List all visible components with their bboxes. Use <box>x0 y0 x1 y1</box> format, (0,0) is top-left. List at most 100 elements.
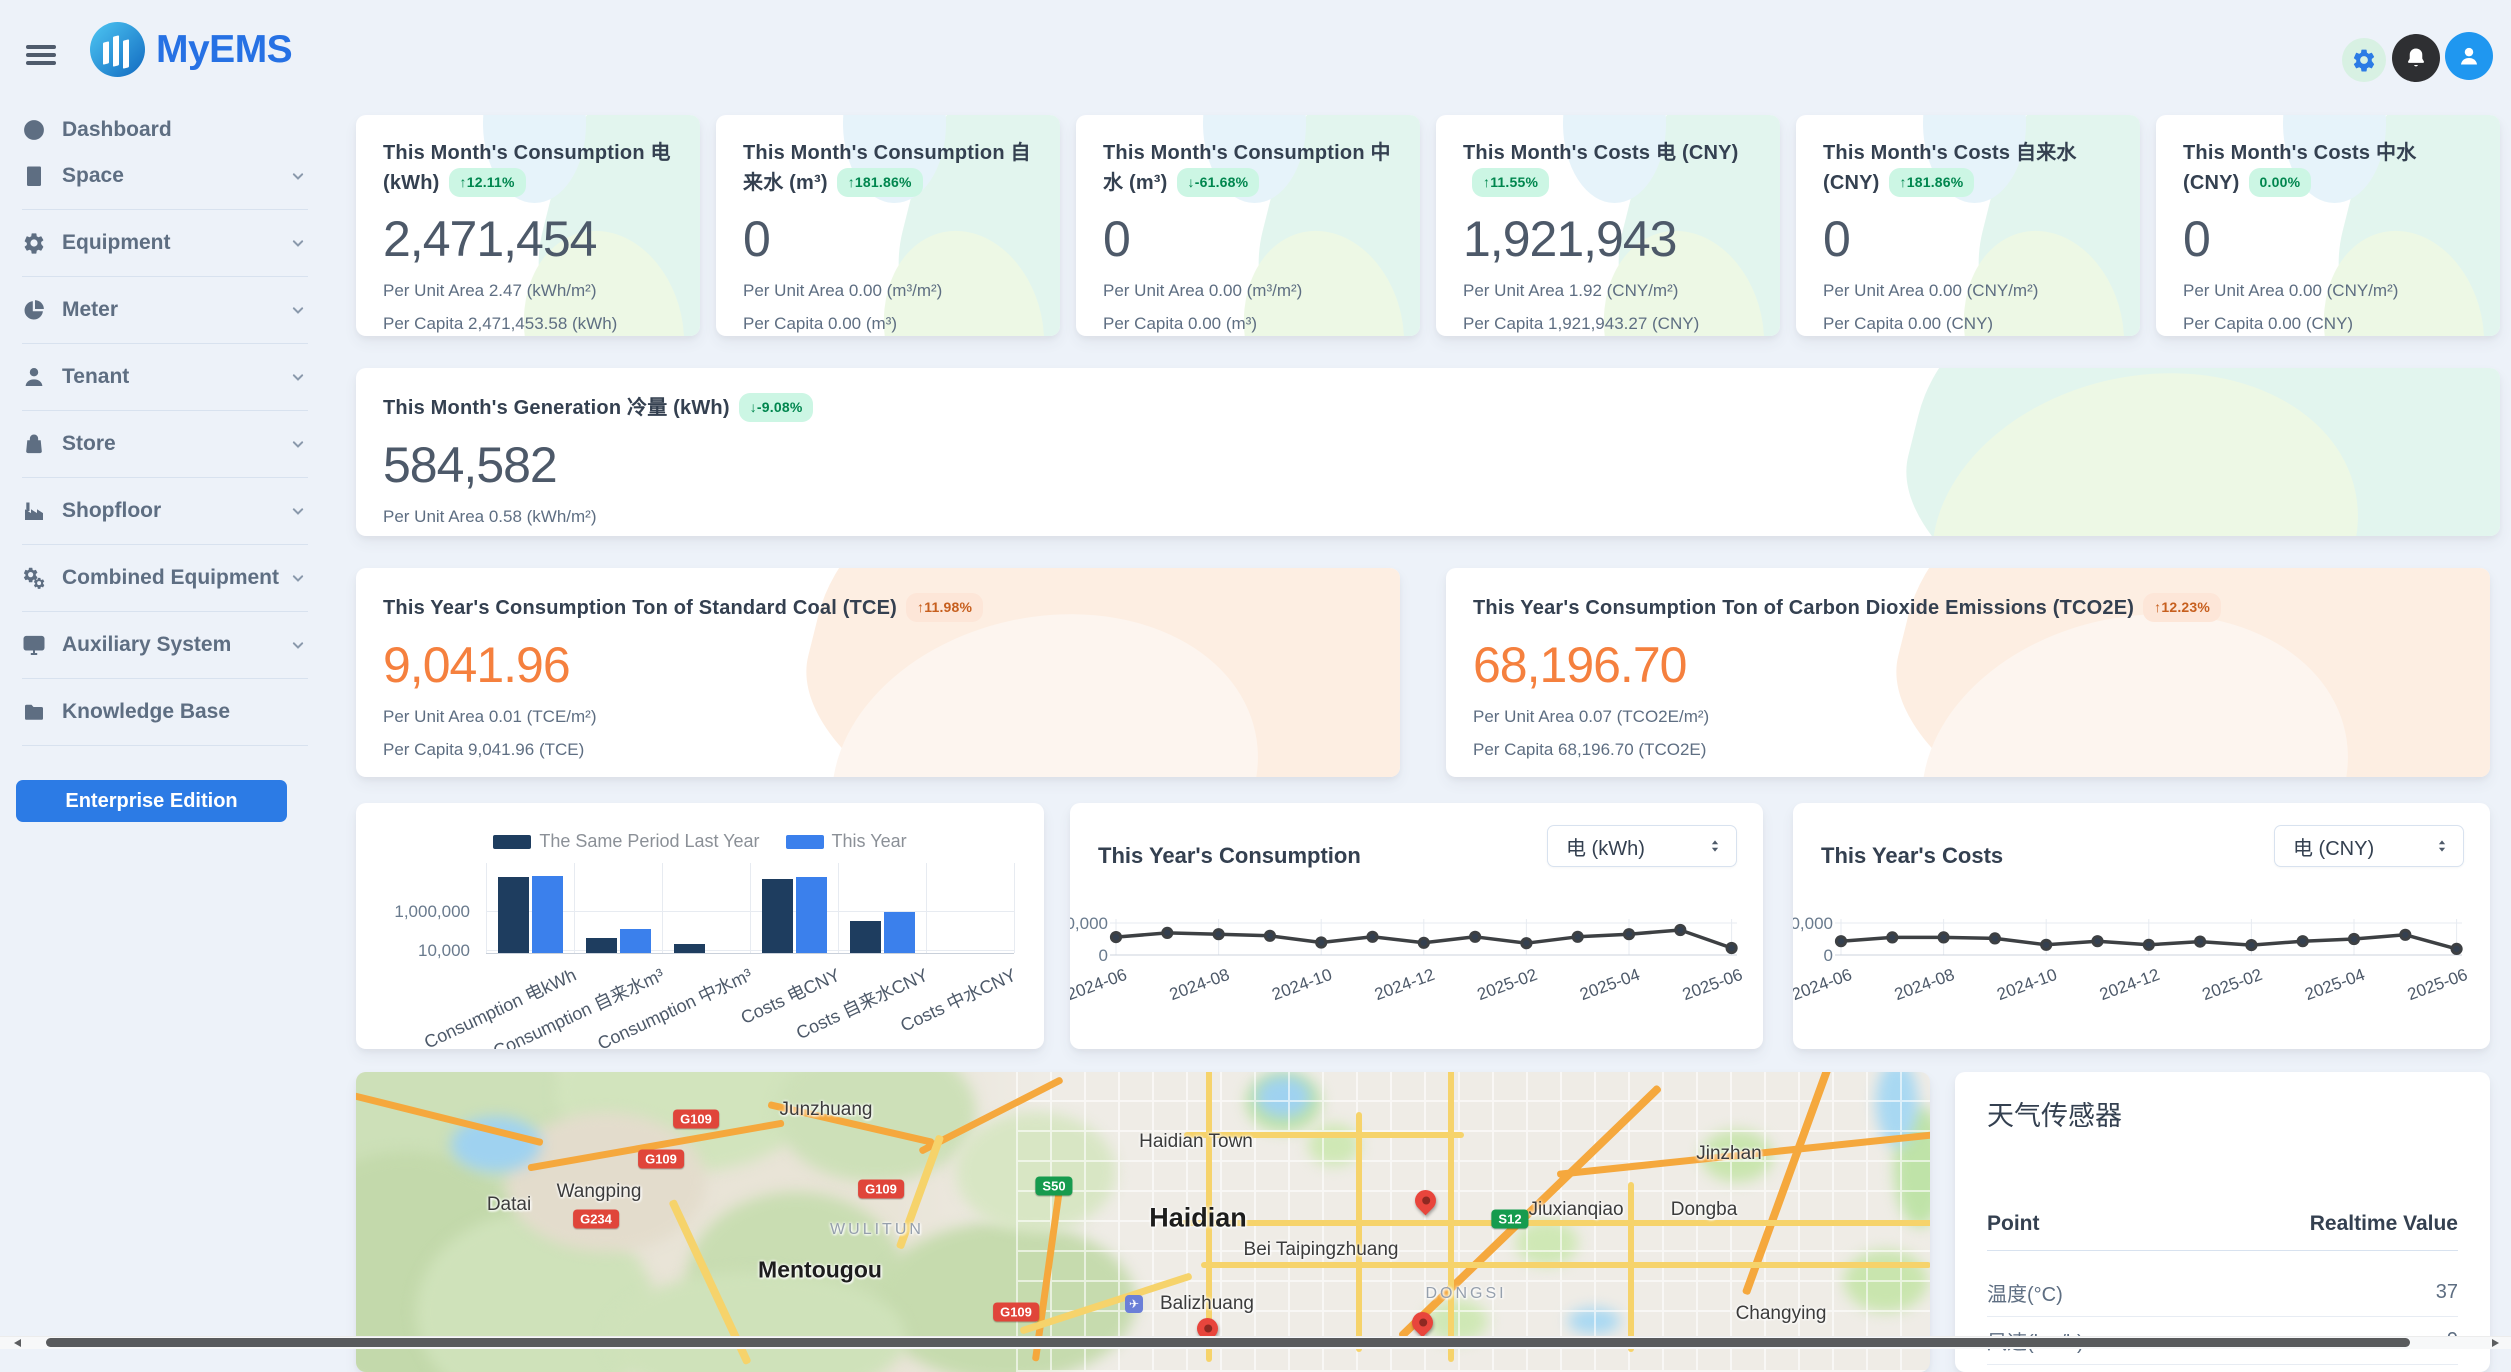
sidebar-divider <box>22 477 308 478</box>
bar-y-tick: 10,000 <box>370 941 470 961</box>
svg-text:2024-10: 2024-10 <box>1994 965 2059 1004</box>
charts-row: The Same Period Last Year This Year 1,00… <box>356 803 2500 1049</box>
map-label-haidian: Haidian <box>1149 1203 1247 1234</box>
stat-card: This Month's Consumption 自来水 (m³)↑181.86… <box>716 115 1060 336</box>
stat-card-title: This Month's Costs 电 (CNY)↑11.55% <box>1463 140 1753 197</box>
energy-type-select[interactable]: 电 (CNY) <box>2274 825 2464 867</box>
sidebar-item-knowledge-base[interactable]: Knowledge Base <box>0 689 322 735</box>
sidebar-item-combined-equipment[interactable]: Combined Equipment <box>0 555 322 601</box>
bar-last-year[interactable] <box>498 877 529 953</box>
sidebar-item-label: Equipment <box>62 231 171 255</box>
energy-type-select[interactable]: 电 (kWh) <box>1547 825 1737 867</box>
trend-badge: ↓-61.68% <box>1177 168 1260 197</box>
map-label-haidian-town: Haidian Town <box>1139 1131 1253 1153</box>
svg-text:2024-10: 2024-10 <box>1269 965 1334 1004</box>
map[interactable]: JunzhuangWangpingDataiMentougouWULITUNHa… <box>356 1072 1930 1372</box>
road-badge: G109 <box>858 1180 904 1199</box>
per-capita: Per Capita 0.00 (m³) <box>743 314 1033 334</box>
per-capita: Per Capita 68,196.70 (TCO2E) <box>1473 740 2463 760</box>
bar-this-year[interactable] <box>796 877 827 953</box>
sidebar-item-auxiliary-system[interactable]: Auxiliary System <box>0 622 322 668</box>
bar-this-year[interactable] <box>532 876 563 953</box>
sidebar-item-tenant[interactable]: Tenant <box>0 354 322 400</box>
trend-badge: 0.00% <box>2249 168 2312 197</box>
sidebar-item-label: Meter <box>62 298 118 322</box>
per-unit-area: Per Unit Area 0.00 (CNY/m²) <box>2183 281 2473 301</box>
brand-logo[interactable]: MyEMS <box>90 22 292 77</box>
svg-text:2025-06: 2025-06 <box>1680 965 1745 1004</box>
stat-card: This Month's Costs 电 (CNY)↑11.55%1,921,9… <box>1436 115 1780 336</box>
bar-last-year[interactable] <box>586 938 617 953</box>
bag-icon <box>22 432 46 456</box>
stat-card-value: 0 <box>1103 210 1393 268</box>
gauge-icon <box>22 118 46 142</box>
scroll-right-arrow[interactable] <box>2492 1339 2499 1347</box>
enterprise-edition-button[interactable]: Enterprise Edition <box>16 780 287 822</box>
sidebar-item-label: Shopfloor <box>62 499 161 523</box>
account-button[interactable] <box>2445 32 2493 80</box>
updown-arrows-icon <box>1706 837 1724 855</box>
map-label-wangping: Wangping <box>557 1181 642 1203</box>
stat-card-title: This Month's Consumption 中水 (m³)↓-61.68% <box>1103 140 1393 197</box>
bar-this-year[interactable] <box>884 912 915 953</box>
generation-card-title: This Month's Generation 冷量 (kWh)↓-9.08% <box>383 393 2473 423</box>
hamburger-icon[interactable] <box>26 45 56 64</box>
trend-badge: ↑12.23% <box>2143 593 2221 622</box>
map-label-jiuxianqiao: Jiuxianqiao <box>1528 1199 1623 1221</box>
costs-line-chart-card: This Year's Costs 电 (CNY) 10,000,0000202… <box>1793 803 2490 1049</box>
legend-last-year[interactable]: The Same Period Last Year <box>493 831 759 852</box>
legend-this-year[interactable]: This Year <box>786 831 907 852</box>
map-label-bei-taipingzhuang: Bei Taipingzhuang <box>1241 1239 1401 1261</box>
sidebar-item-store[interactable]: Store <box>0 421 322 467</box>
generation-card: This Month's Generation 冷量 (kWh)↓-9.08% … <box>356 368 2500 536</box>
sidebar-item-shopfloor[interactable]: Shopfloor <box>0 488 322 534</box>
chevron-down-icon <box>288 300 308 320</box>
bar-last-year[interactable] <box>850 921 881 953</box>
sidebar-item-meter[interactable]: Meter <box>0 287 322 333</box>
weather-value: 37 <box>2436 1281 2458 1304</box>
chevron-down-icon <box>288 501 308 521</box>
sidebar-divider <box>22 745 308 746</box>
sidebar-item-dashboard[interactable]: Dashboard <box>0 107 322 153</box>
trend-badge: ↓-9.08% <box>739 393 814 422</box>
bar-this-year[interactable] <box>620 929 651 953</box>
stat-card-value: 68,196.70 <box>1473 636 2463 694</box>
stat-card-title: This Month's Consumption 电 (kWh)↑12.11% <box>383 140 673 197</box>
chevron-down-icon <box>288 166 308 186</box>
consumption-line-chart-card: This Year's Consumption 电 (kWh) 10,000,0… <box>1070 803 1763 1049</box>
weather-point: 温度(°C) <box>1987 1278 2063 1307</box>
map-label-mentougou: Mentougou <box>758 1257 882 1284</box>
map-label-dongba: Dongba <box>1671 1199 1738 1221</box>
bar-last-year[interactable] <box>674 944 705 953</box>
svg-text:2024-08: 2024-08 <box>1892 965 1957 1004</box>
line-chart-title: This Year's Consumption <box>1098 843 1361 869</box>
building-icon <box>22 164 46 188</box>
kpi-card-row: This Month's Consumption 电 (kWh)↑12.11%2… <box>356 115 2500 336</box>
map-label-balizhuang: Balizhuang <box>1160 1293 1254 1315</box>
chevron-down-icon <box>288 635 308 655</box>
svg-text:2024-08: 2024-08 <box>1167 965 1232 1004</box>
map-label-changying: Changying <box>1736 1303 1827 1325</box>
sidebar-item-space[interactable]: Space <box>0 153 322 199</box>
stat-card: This Year's Consumption Ton of Standard … <box>356 568 1400 777</box>
trend-badge: ↑11.98% <box>906 593 983 622</box>
sidebar-item-label: Space <box>62 164 124 188</box>
stat-card: This Month's Consumption 电 (kWh)↑12.11%2… <box>356 115 700 336</box>
stat-card-value: 0 <box>2183 210 2473 268</box>
notifications-button[interactable] <box>2392 34 2440 82</box>
scrollbar-thumb[interactable] <box>46 1338 2410 1347</box>
pie-icon <box>22 298 46 322</box>
sidebar-divider <box>22 611 308 612</box>
scroll-left-arrow[interactable] <box>14 1339 21 1347</box>
sidebar-item-equipment[interactable]: Equipment <box>0 220 322 266</box>
factory-icon <box>22 499 46 523</box>
per-capita: Per Capita 2,471,453.58 (kWh) <box>383 314 673 334</box>
stat-card-value: 0 <box>1823 210 2113 268</box>
brand-logo-icon <box>90 22 145 77</box>
per-capita: Per Capita 9,041.96 (TCE) <box>383 740 1373 760</box>
user-icon <box>2456 43 2482 69</box>
weather-card-title: 天气传感器 <box>1987 1094 2122 1133</box>
trend-badge: ↑181.86% <box>1889 168 1975 197</box>
settings-button[interactable] <box>2342 38 2386 82</box>
bar-last-year[interactable] <box>762 879 793 953</box>
